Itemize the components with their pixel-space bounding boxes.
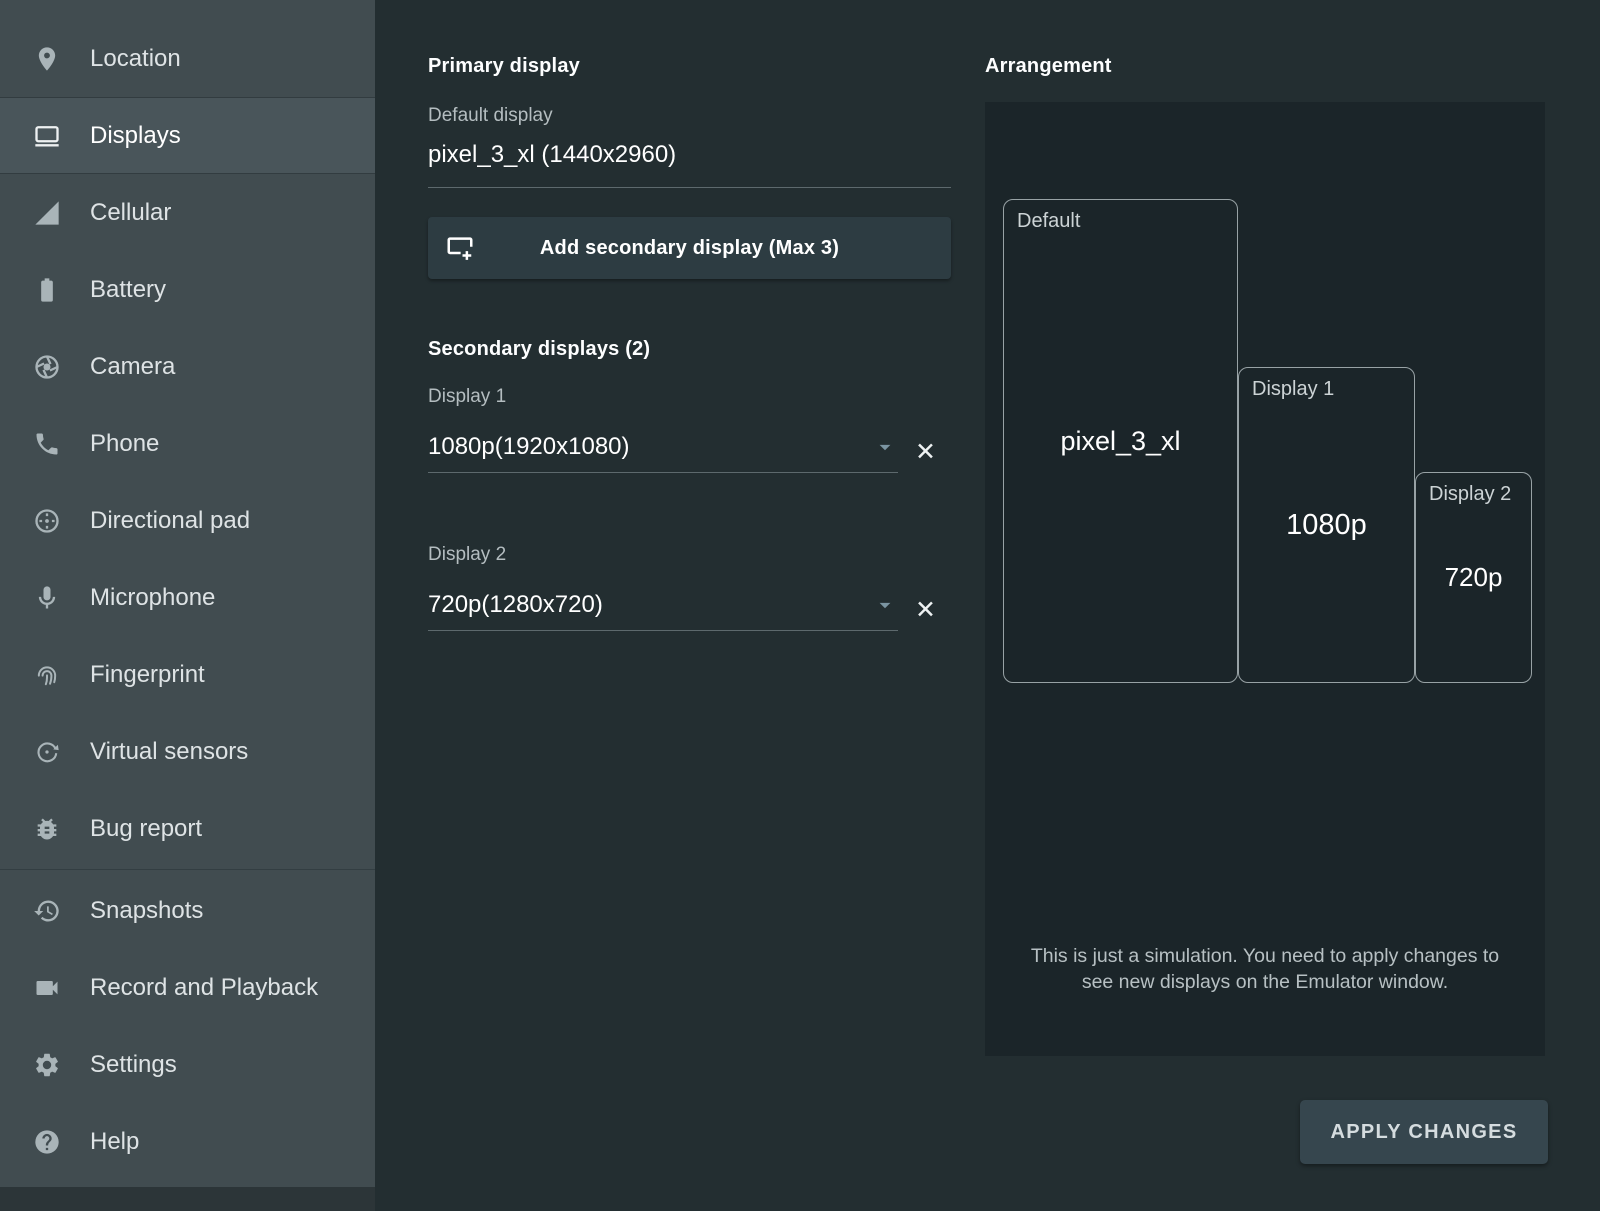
sidebar-item-label: Record and Playback bbox=[90, 974, 318, 1002]
phone-icon bbox=[33, 430, 61, 458]
chevron-down-icon bbox=[872, 434, 898, 460]
default-display-label: Default display bbox=[428, 105, 951, 127]
virtual-sensors-icon bbox=[33, 738, 61, 766]
sidebar-divider bbox=[0, 869, 375, 870]
arrangement-default-name: pixel_3_xl bbox=[1060, 426, 1180, 457]
apply-changes-button[interactable]: APPLY CHANGES bbox=[1300, 1100, 1548, 1164]
arrangement-display1-label: Display 1 bbox=[1252, 378, 1334, 401]
add-secondary-display-label: Add secondary display (Max 3) bbox=[540, 237, 839, 260]
sidebar-item-label: Fingerprint bbox=[90, 661, 205, 689]
sidebar-item-help[interactable]: Help bbox=[0, 1103, 375, 1180]
sidebar-item-virtual-sensors[interactable]: Virtual sensors bbox=[0, 713, 375, 790]
microphone-icon bbox=[33, 584, 61, 612]
record-icon bbox=[33, 974, 61, 1002]
sidebar-footer bbox=[0, 1187, 375, 1211]
fingerprint-icon bbox=[33, 661, 61, 689]
primary-display-title: Primary display bbox=[428, 55, 951, 78]
display2-row: 720p(1280x720) ✕ bbox=[428, 591, 951, 631]
sidebar-item-settings[interactable]: Settings bbox=[0, 1026, 375, 1103]
sidebar-item-label: Virtual sensors bbox=[90, 738, 248, 766]
simulation-note: This is just a simulation. You need to a… bbox=[1030, 944, 1500, 995]
sidebar-item-label: Camera bbox=[90, 353, 175, 381]
default-display-value: pixel_3_xl (1440x2960) bbox=[428, 141, 951, 169]
sidebar-item-directional-pad[interactable]: Directional pad bbox=[0, 482, 375, 559]
sidebar-item-microphone[interactable]: Microphone bbox=[0, 559, 375, 636]
sidebar-item-battery[interactable]: Battery bbox=[0, 251, 375, 328]
sidebar-item-label: Bug report bbox=[90, 815, 202, 843]
extended-controls-window: Location Displays Cellular Battery Camer bbox=[0, 0, 1600, 1211]
display1-select[interactable]: 1080p(1920x1080) bbox=[428, 433, 898, 473]
display1-row: 1080p(1920x1080) ✕ bbox=[428, 433, 951, 473]
arrangement-display1[interactable]: Display 1 1080p bbox=[1238, 367, 1415, 683]
secondary-displays-title: Secondary displays (2) bbox=[428, 338, 951, 361]
sidebar-item-cellular[interactable]: Cellular bbox=[0, 174, 375, 251]
arrangement-display2[interactable]: Display 2 720p bbox=[1415, 472, 1532, 683]
arrangement-default-label: Default bbox=[1017, 210, 1080, 233]
sidebar-item-displays[interactable]: Displays bbox=[0, 97, 375, 174]
sidebar-item-label: Battery bbox=[90, 276, 166, 304]
arrangement-column: Arrangement Default pixel_3_xl Display 1… bbox=[985, 0, 1545, 1056]
help-icon bbox=[33, 1128, 61, 1156]
sidebar-item-fingerprint[interactable]: Fingerprint bbox=[0, 636, 375, 713]
default-display-underline bbox=[428, 187, 951, 188]
display1-selected-value: 1080p(1920x1080) bbox=[428, 433, 630, 461]
arrangement-default-display[interactable]: Default pixel_3_xl bbox=[1003, 199, 1238, 683]
sidebar-item-camera[interactable]: Camera bbox=[0, 328, 375, 405]
displays-icon bbox=[33, 122, 61, 150]
chevron-down-icon bbox=[872, 592, 898, 618]
display1-label: Display 1 bbox=[428, 386, 951, 408]
location-icon bbox=[33, 45, 61, 73]
sidebar-item-bug-report[interactable]: Bug report bbox=[0, 790, 375, 867]
sidebar-item-label: Displays bbox=[90, 122, 181, 150]
arrangement-display2-label: Display 2 bbox=[1429, 483, 1511, 506]
sidebar-item-label: Microphone bbox=[90, 584, 215, 612]
sidebar-item-phone[interactable]: Phone bbox=[0, 405, 375, 482]
sidebar-item-snapshots[interactable]: Snapshots bbox=[0, 872, 375, 949]
sidebar-item-label: Cellular bbox=[90, 199, 171, 227]
arrangement-title: Arrangement bbox=[985, 55, 1545, 78]
sidebar-item-label: Directional pad bbox=[90, 507, 250, 535]
displays-pane: Primary display Default display pixel_3_… bbox=[375, 0, 1600, 1211]
arrangement-display1-name: 1080p bbox=[1286, 509, 1367, 542]
settings-icon bbox=[33, 1051, 61, 1079]
remove-display2-button[interactable]: ✕ bbox=[915, 598, 936, 631]
add-display-icon bbox=[445, 233, 475, 263]
display2-label: Display 2 bbox=[428, 544, 951, 566]
snapshots-icon bbox=[33, 897, 61, 925]
arrangement-display2-name: 720p bbox=[1445, 562, 1503, 593]
battery-icon bbox=[33, 276, 61, 304]
cellular-icon bbox=[33, 199, 61, 227]
display2-selected-value: 720p(1280x720) bbox=[428, 591, 603, 619]
dpad-icon bbox=[33, 507, 61, 535]
camera-icon bbox=[33, 353, 61, 381]
sidebar-item-label: Snapshots bbox=[90, 897, 203, 925]
arrangement-panel: Default pixel_3_xl Display 1 1080p Displ… bbox=[985, 102, 1545, 1056]
remove-display1-button[interactable]: ✕ bbox=[915, 440, 936, 473]
add-secondary-display-button[interactable]: Add secondary display (Max 3) bbox=[428, 217, 951, 279]
sidebar-item-label: Help bbox=[90, 1128, 139, 1156]
sidebar: Location Displays Cellular Battery Camer bbox=[0, 0, 375, 1211]
sidebar-item-label: Location bbox=[90, 45, 181, 73]
bug-icon bbox=[33, 815, 61, 843]
display2-select[interactable]: 720p(1280x720) bbox=[428, 591, 898, 631]
sidebar-item-location[interactable]: Location bbox=[0, 20, 375, 97]
sidebar-item-label: Settings bbox=[90, 1051, 177, 1079]
sidebar-item-record-playback[interactable]: Record and Playback bbox=[0, 949, 375, 1026]
sidebar-item-label: Phone bbox=[90, 430, 159, 458]
display-settings-column: Primary display Default display pixel_3_… bbox=[428, 0, 951, 631]
